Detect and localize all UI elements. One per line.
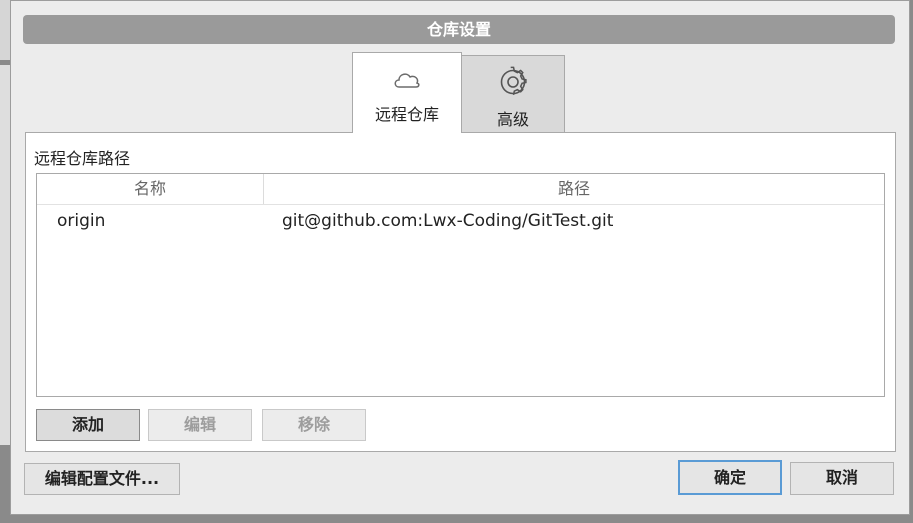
remote-repository-panel: 远程仓库路径 名称 路径 origin git@github.com:Lwx-C… (25, 132, 896, 452)
edit-config-file-button[interactable]: 编辑配置文件... (24, 463, 180, 495)
remove-button[interactable]: 移除 (262, 409, 366, 441)
tab-label: 高级 (496, 110, 529, 129)
remote-path-cell: git@github.com:Lwx-Coding/GitTest.git (282, 211, 614, 231)
ok-button[interactable]: 确定 (678, 460, 782, 495)
tab-advanced[interactable]: 高级 (462, 55, 565, 132)
add-button[interactable]: 添加 (36, 409, 140, 441)
table-header: 名称 路径 (37, 174, 884, 205)
cloud-icon (353, 69, 461, 93)
section-title: 远程仓库路径 (34, 149, 131, 168)
column-header-name[interactable]: 名称 (37, 174, 264, 204)
tab-label: 远程仓库 (374, 105, 439, 124)
repository-settings-dialog: 仓库设置 远程仓库 高级 远程仓库路径 名称 路径 origin git@git… (10, 0, 910, 515)
tab-remote-repository[interactable]: 远程仓库 (352, 52, 462, 133)
background-window-fragment (0, 0, 10, 60)
edit-button[interactable]: 编辑 (148, 409, 252, 441)
cancel-button[interactable]: 取消 (790, 462, 894, 495)
dialog-title: 仓库设置 (23, 15, 895, 44)
background-window-fragment (0, 65, 10, 445)
column-header-path[interactable]: 路径 (264, 174, 884, 204)
table-row[interactable]: origin git@github.com:Lwx-Coding/GitTest… (37, 205, 884, 237)
remote-list-table[interactable]: 名称 路径 origin git@github.com:Lwx-Coding/G… (36, 173, 885, 397)
remote-name-cell: origin (57, 211, 106, 231)
gear-icon (462, 66, 564, 102)
